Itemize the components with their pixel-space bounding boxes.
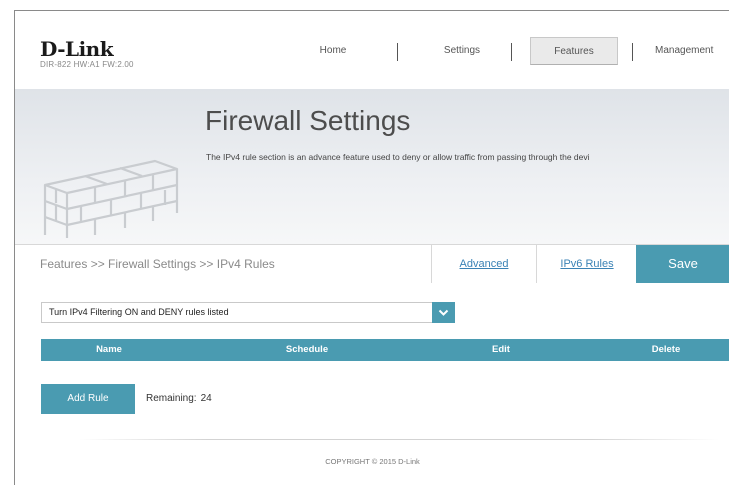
- breadcrumb: Features >> Firewall Settings >> IPv4 Ru…: [40, 257, 275, 271]
- dlink-logo: D-Link: [40, 37, 114, 61]
- remaining-count: Remaining: 24: [146, 393, 212, 404]
- add-rule-button[interactable]: Add Rule: [41, 384, 135, 414]
- nav-home[interactable]: Home: [303, 37, 363, 65]
- tab-ipv6-rules[interactable]: IPv6 Rules: [536, 245, 637, 283]
- nav-features[interactable]: Features: [530, 37, 618, 65]
- tab-advanced[interactable]: Advanced: [431, 245, 536, 283]
- chevron-down-icon: [438, 309, 449, 316]
- nav-management[interactable]: Management: [647, 37, 729, 65]
- column-schedule: Schedule: [285, 344, 329, 355]
- remaining-value: 24: [200, 393, 212, 404]
- copyright: COPYRIGHT © 2015 D-Link: [325, 457, 420, 466]
- save-button[interactable]: Save: [636, 245, 729, 283]
- nav-separator: [397, 43, 398, 61]
- model-info: DIR-822 HW:A1 FW:2.00: [40, 60, 134, 69]
- filter-mode-value: Turn IPv4 Filtering ON and DENY rules li…: [49, 307, 229, 317]
- filter-mode-select[interactable]: Turn IPv4 Filtering ON and DENY rules li…: [41, 302, 455, 323]
- nav-separator: [632, 43, 633, 61]
- column-name: Name: [96, 344, 122, 355]
- brick-wall-icon: [43, 159, 179, 238]
- footer-divider: [79, 439, 719, 440]
- page-description: The IPv4 rule section is an advance feat…: [206, 152, 590, 162]
- page-title: Firewall Settings: [205, 105, 411, 136]
- column-edit: Edit: [492, 344, 510, 355]
- nav-separator: [511, 43, 512, 61]
- browser-frame: D-Link DIR-822 HW:A1 FW:2.00 Home Settin…: [14, 10, 729, 485]
- hero-banner: Firewall Settings The IPv4 rule section …: [15, 89, 729, 244]
- tab-bar: Features >> Firewall Settings >> IPv4 Ru…: [15, 244, 729, 283]
- remaining-label: Remaining:: [146, 393, 197, 404]
- nav-settings[interactable]: Settings: [427, 37, 497, 65]
- dropdown-toggle[interactable]: [432, 302, 455, 323]
- header: D-Link DIR-822 HW:A1 FW:2.00 Home Settin…: [15, 11, 729, 89]
- column-delete: Delete: [651, 344, 681, 355]
- rules-table-header: Name Schedule Edit Delete: [41, 339, 729, 361]
